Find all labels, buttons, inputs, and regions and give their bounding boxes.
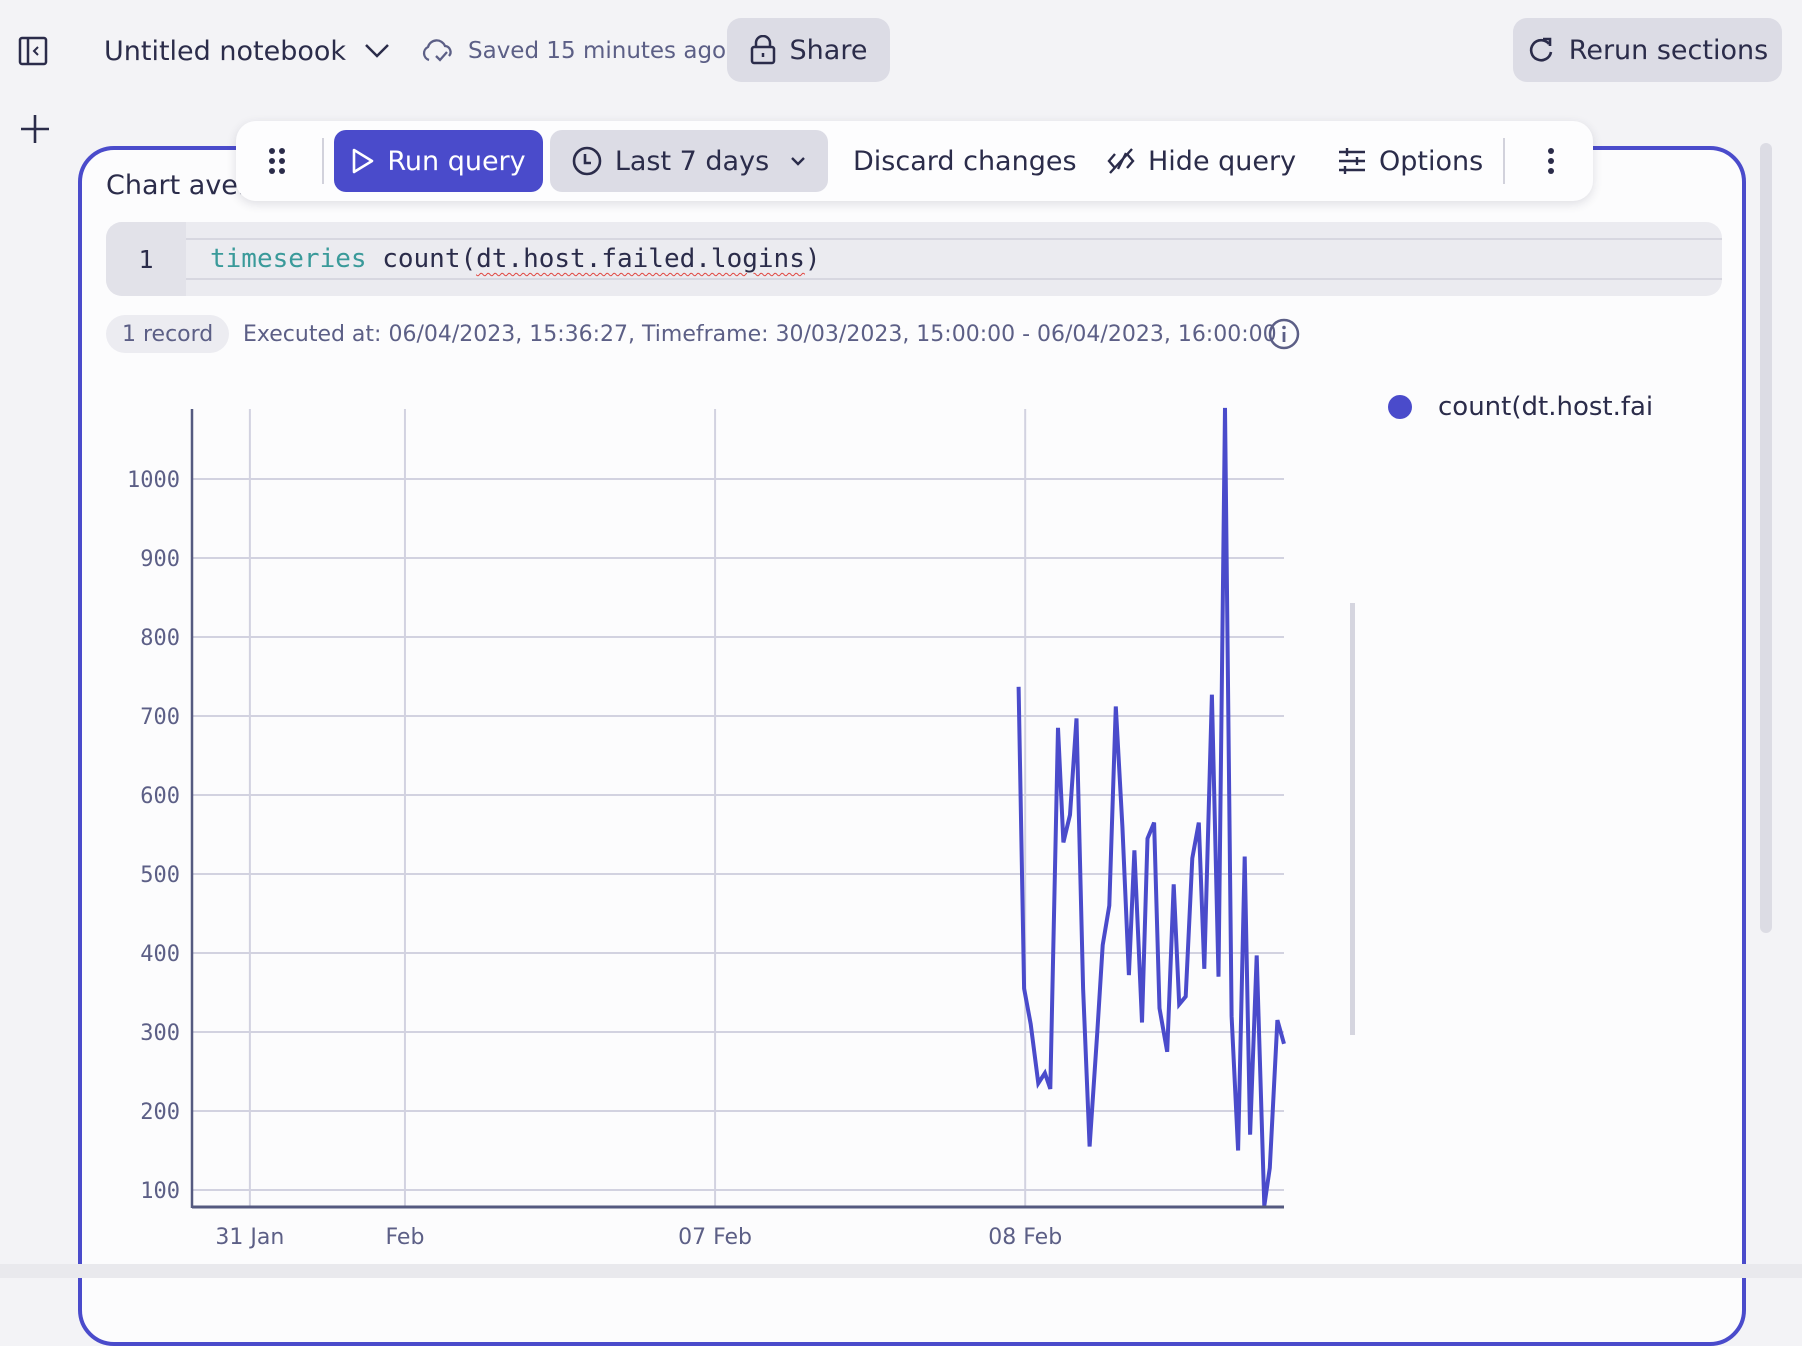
play-icon (353, 148, 374, 174)
chevron-down-icon (791, 157, 806, 166)
toolbar-divider (322, 138, 324, 184)
legend-item[interactable]: count(dt.host.fai (1388, 392, 1653, 422)
code-close: ) (804, 244, 821, 274)
code-keyword: timeseries (210, 244, 367, 274)
options-button[interactable]: Options (1337, 130, 1483, 192)
discard-changes-button[interactable]: Discard changes (853, 130, 1077, 192)
sidebar-toggle-button[interactable] (18, 36, 48, 66)
plus-icon (21, 115, 49, 143)
options-label: Options (1379, 145, 1484, 177)
sliders-icon (1339, 148, 1365, 174)
records-badge: 1 record (106, 315, 230, 353)
rerun-label: Rerun sections (1568, 34, 1769, 66)
code-line[interactable]: timeseries count(dt.host.failed.logins) (186, 238, 1722, 280)
run-query-button[interactable]: Run query (334, 130, 543, 192)
more-options-button[interactable] (1536, 130, 1566, 192)
legend-label: count(dt.host.fai (1438, 392, 1654, 422)
code-hide-icon (1107, 148, 1135, 174)
save-status: Saved 15 minutes ago (420, 30, 726, 72)
section-toolbar: Run query Last 7 days Discard changes Hi… (236, 121, 1593, 201)
run-query-label: Run query (387, 145, 526, 177)
execution-info: Executed at: 06/04/2023, 15:36:27, Timef… (243, 321, 1277, 347)
rerun-sections-button[interactable]: Rerun sections (1513, 18, 1782, 82)
clock-icon (572, 146, 602, 176)
legend-scrollbar[interactable] (1350, 603, 1355, 1035)
chevron-down-icon (365, 44, 389, 58)
code-function: count( (366, 244, 477, 274)
hide-query-label: Hide query (1148, 145, 1297, 177)
bottom-bar (0, 1264, 1802, 1278)
query-editor[interactable]: 1 timeseries count(dt.host.failed.logins… (106, 222, 1722, 296)
notebook-title-dropdown[interactable]: Untitled notebook (104, 30, 390, 72)
add-section-button[interactable] (18, 112, 52, 146)
timeframe-selector[interactable]: Last 7 days (550, 130, 828, 192)
save-status-text: Saved 15 minutes ago (468, 38, 727, 64)
legend-swatch (1388, 395, 1412, 419)
share-label: Share (789, 34, 868, 66)
page-scrollbar[interactable] (1760, 143, 1772, 933)
lock-icon (750, 35, 775, 65)
timeframe-label: Last 7 days (614, 145, 770, 177)
info-button[interactable] (1268, 318, 1300, 350)
discard-changes-label: Discard changes (853, 145, 1077, 177)
cloud-check-icon (422, 39, 452, 62)
share-button[interactable]: Share (727, 18, 890, 82)
sidebar-collapse-icon (18, 36, 48, 66)
hide-query-button[interactable]: Hide query (1106, 130, 1296, 192)
notebook-title: Untitled notebook (104, 35, 347, 67)
drag-handle-icon (269, 148, 285, 174)
info-icon (1268, 318, 1300, 350)
drag-handle[interactable] (262, 130, 292, 192)
section-title: Chart aver (106, 170, 250, 201)
refresh-icon (1529, 37, 1553, 62)
code-metric: dt.host.failed.logins (476, 244, 805, 274)
toolbar-divider (1503, 138, 1505, 184)
line-number: 1 (106, 222, 186, 296)
more-vertical-icon (1548, 148, 1554, 174)
